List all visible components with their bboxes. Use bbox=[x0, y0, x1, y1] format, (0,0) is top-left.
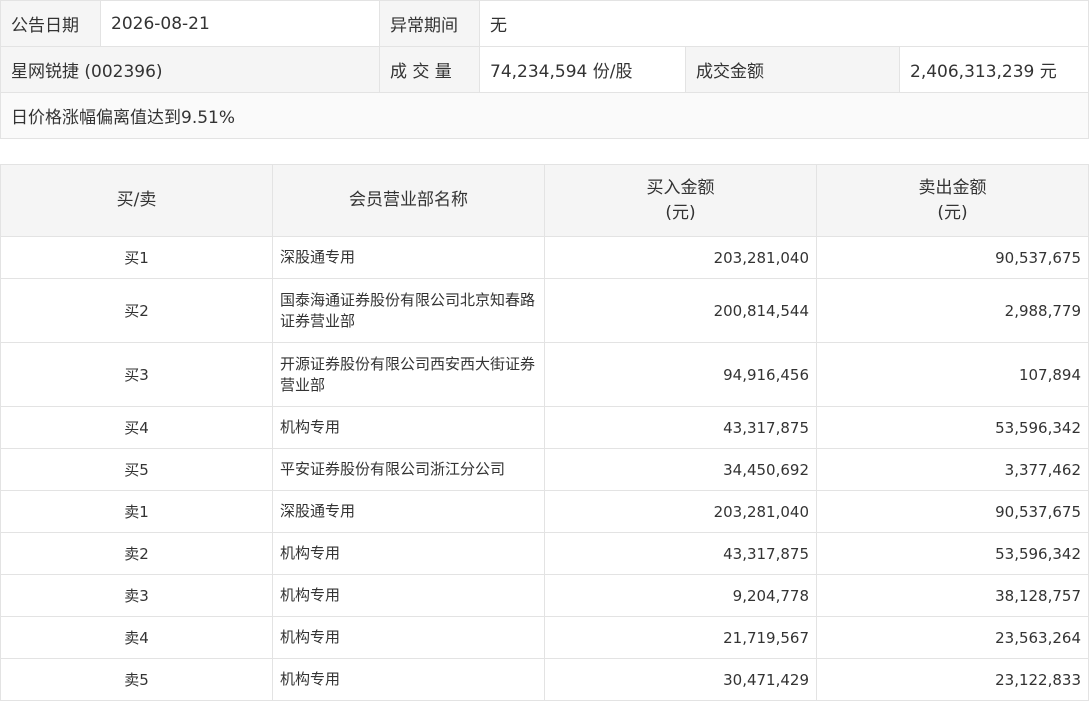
row-sell-amount: 90,537,675 bbox=[816, 490, 1089, 533]
period-value: 无 bbox=[478, 0, 1090, 47]
table-row: 卖2 机构专用 43,317,875 53,596,342 bbox=[0, 532, 1089, 575]
row-broker-name: 开源证券股份有限公司西安西大街证券营业部 bbox=[272, 342, 545, 407]
row-sell-amount: 38,128,757 bbox=[816, 574, 1089, 617]
date-label: 公告日期 bbox=[0, 0, 101, 47]
header-sell-line1: 卖出金额 bbox=[918, 177, 987, 198]
amount-label: 成交金额 bbox=[685, 46, 900, 93]
row-broker-name: 深股通专用 bbox=[272, 236, 545, 279]
row-sell-amount: 53,596,342 bbox=[816, 406, 1089, 449]
summary-row-reason: 日价格涨幅偏离值达到9.51% bbox=[0, 92, 1090, 139]
header-buy-line1: 买入金额 bbox=[646, 177, 715, 198]
table-row: 卖5 机构专用 30,471,429 23,122,833 bbox=[0, 658, 1089, 701]
row-sell-amount: 23,122,833 bbox=[816, 658, 1089, 701]
table-row: 买3 开源证券股份有限公司西安西大街证券营业部 94,916,456 107,8… bbox=[0, 342, 1089, 407]
detail-table: 买/卖 会员营业部名称 买入金额 (元) 卖出金额 (元) 买1 深股通专用 2… bbox=[0, 164, 1089, 701]
table-row: 卖3 机构专用 9,204,778 38,128,757 bbox=[0, 574, 1089, 617]
row-buy-amount: 21,719,567 bbox=[544, 616, 817, 659]
row-buy-amount: 43,317,875 bbox=[544, 532, 817, 575]
row-side: 卖5 bbox=[0, 658, 273, 701]
row-sell-amount: 53,596,342 bbox=[816, 532, 1089, 575]
row-broker-name: 机构专用 bbox=[272, 532, 545, 575]
row-side: 买1 bbox=[0, 236, 273, 279]
row-broker-name: 机构专用 bbox=[272, 406, 545, 449]
row-buy-amount: 43,317,875 bbox=[544, 406, 817, 449]
summary-row-stock: 星网锐捷 (002396) 成 交 量 74,234,594 份/股 成交金额 … bbox=[0, 46, 1090, 93]
row-side: 卖1 bbox=[0, 490, 273, 533]
row-broker-name: 平安证券股份有限公司浙江分公司 bbox=[272, 448, 545, 491]
period-label: 异常期间 bbox=[379, 0, 480, 47]
table-row: 买4 机构专用 43,317,875 53,596,342 bbox=[0, 406, 1089, 449]
row-buy-amount: 203,281,040 bbox=[544, 236, 817, 279]
summary-row-date: 公告日期 2026-08-21 异常期间 无 bbox=[0, 0, 1090, 47]
row-broker-name: 机构专用 bbox=[272, 658, 545, 701]
table-row: 卖1 深股通专用 203,281,040 90,537,675 bbox=[0, 490, 1089, 533]
row-buy-amount: 9,204,778 bbox=[544, 574, 817, 617]
row-side: 买4 bbox=[0, 406, 273, 449]
row-broker-name: 机构专用 bbox=[272, 616, 545, 659]
row-buy-amount: 94,916,456 bbox=[544, 342, 817, 407]
header-name: 会员营业部名称 bbox=[272, 164, 545, 237]
row-sell-amount: 23,563,264 bbox=[816, 616, 1089, 659]
row-sell-amount: 2,988,779 bbox=[816, 278, 1089, 343]
row-broker-name: 机构专用 bbox=[272, 574, 545, 617]
header-buy: 买入金额 (元) bbox=[544, 164, 817, 237]
header-side: 买/卖 bbox=[0, 164, 273, 237]
table-row: 买1 深股通专用 203,281,040 90,537,675 bbox=[0, 236, 1089, 279]
volume-value: 74,234,594 份/股 bbox=[479, 46, 686, 93]
row-side: 卖4 bbox=[0, 616, 273, 659]
row-side: 卖2 bbox=[0, 532, 273, 575]
row-sell-amount: 3,377,462 bbox=[816, 448, 1089, 491]
header-buy-line2: (元) bbox=[665, 202, 696, 223]
row-side: 买3 bbox=[0, 342, 273, 407]
row-buy-amount: 30,471,429 bbox=[544, 658, 817, 701]
header-sell: 卖出金额 (元) bbox=[816, 164, 1089, 237]
row-sell-amount: 90,537,675 bbox=[816, 236, 1089, 279]
table-row: 买5 平安证券股份有限公司浙江分公司 34,450,692 3,377,462 bbox=[0, 448, 1089, 491]
date-value: 2026-08-21 bbox=[100, 0, 380, 47]
amount-value: 2,406,313,239 元 bbox=[898, 46, 1090, 93]
row-side: 买2 bbox=[0, 278, 273, 343]
summary-table: 公告日期 2026-08-21 异常期间 无 星网锐捷 (002396) 成 交… bbox=[0, 0, 1090, 139]
row-buy-amount: 203,281,040 bbox=[544, 490, 817, 533]
row-broker-name: 国泰海通证券股份有限公司北京知春路证券营业部 bbox=[272, 278, 545, 343]
table-row: 买2 国泰海通证券股份有限公司北京知春路证券营业部 200,814,544 2,… bbox=[0, 278, 1089, 343]
detail-header-row: 买/卖 会员营业部名称 买入金额 (元) 卖出金额 (元) bbox=[0, 164, 1089, 237]
reason-text: 日价格涨幅偏离值达到9.51% bbox=[0, 92, 1090, 139]
row-buy-amount: 34,450,692 bbox=[544, 448, 817, 491]
row-sell-amount: 107,894 bbox=[816, 342, 1089, 407]
row-buy-amount: 200,814,544 bbox=[544, 278, 817, 343]
row-side: 卖3 bbox=[0, 574, 273, 617]
header-sell-line2: (元) bbox=[937, 202, 968, 223]
row-broker-name: 深股通专用 bbox=[272, 490, 545, 533]
volume-label: 成 交 量 bbox=[379, 46, 480, 93]
row-side: 买5 bbox=[0, 448, 273, 491]
table-row: 卖4 机构专用 21,719,567 23,563,264 bbox=[0, 616, 1089, 659]
stock-name: 星网锐捷 (002396) bbox=[0, 46, 380, 93]
